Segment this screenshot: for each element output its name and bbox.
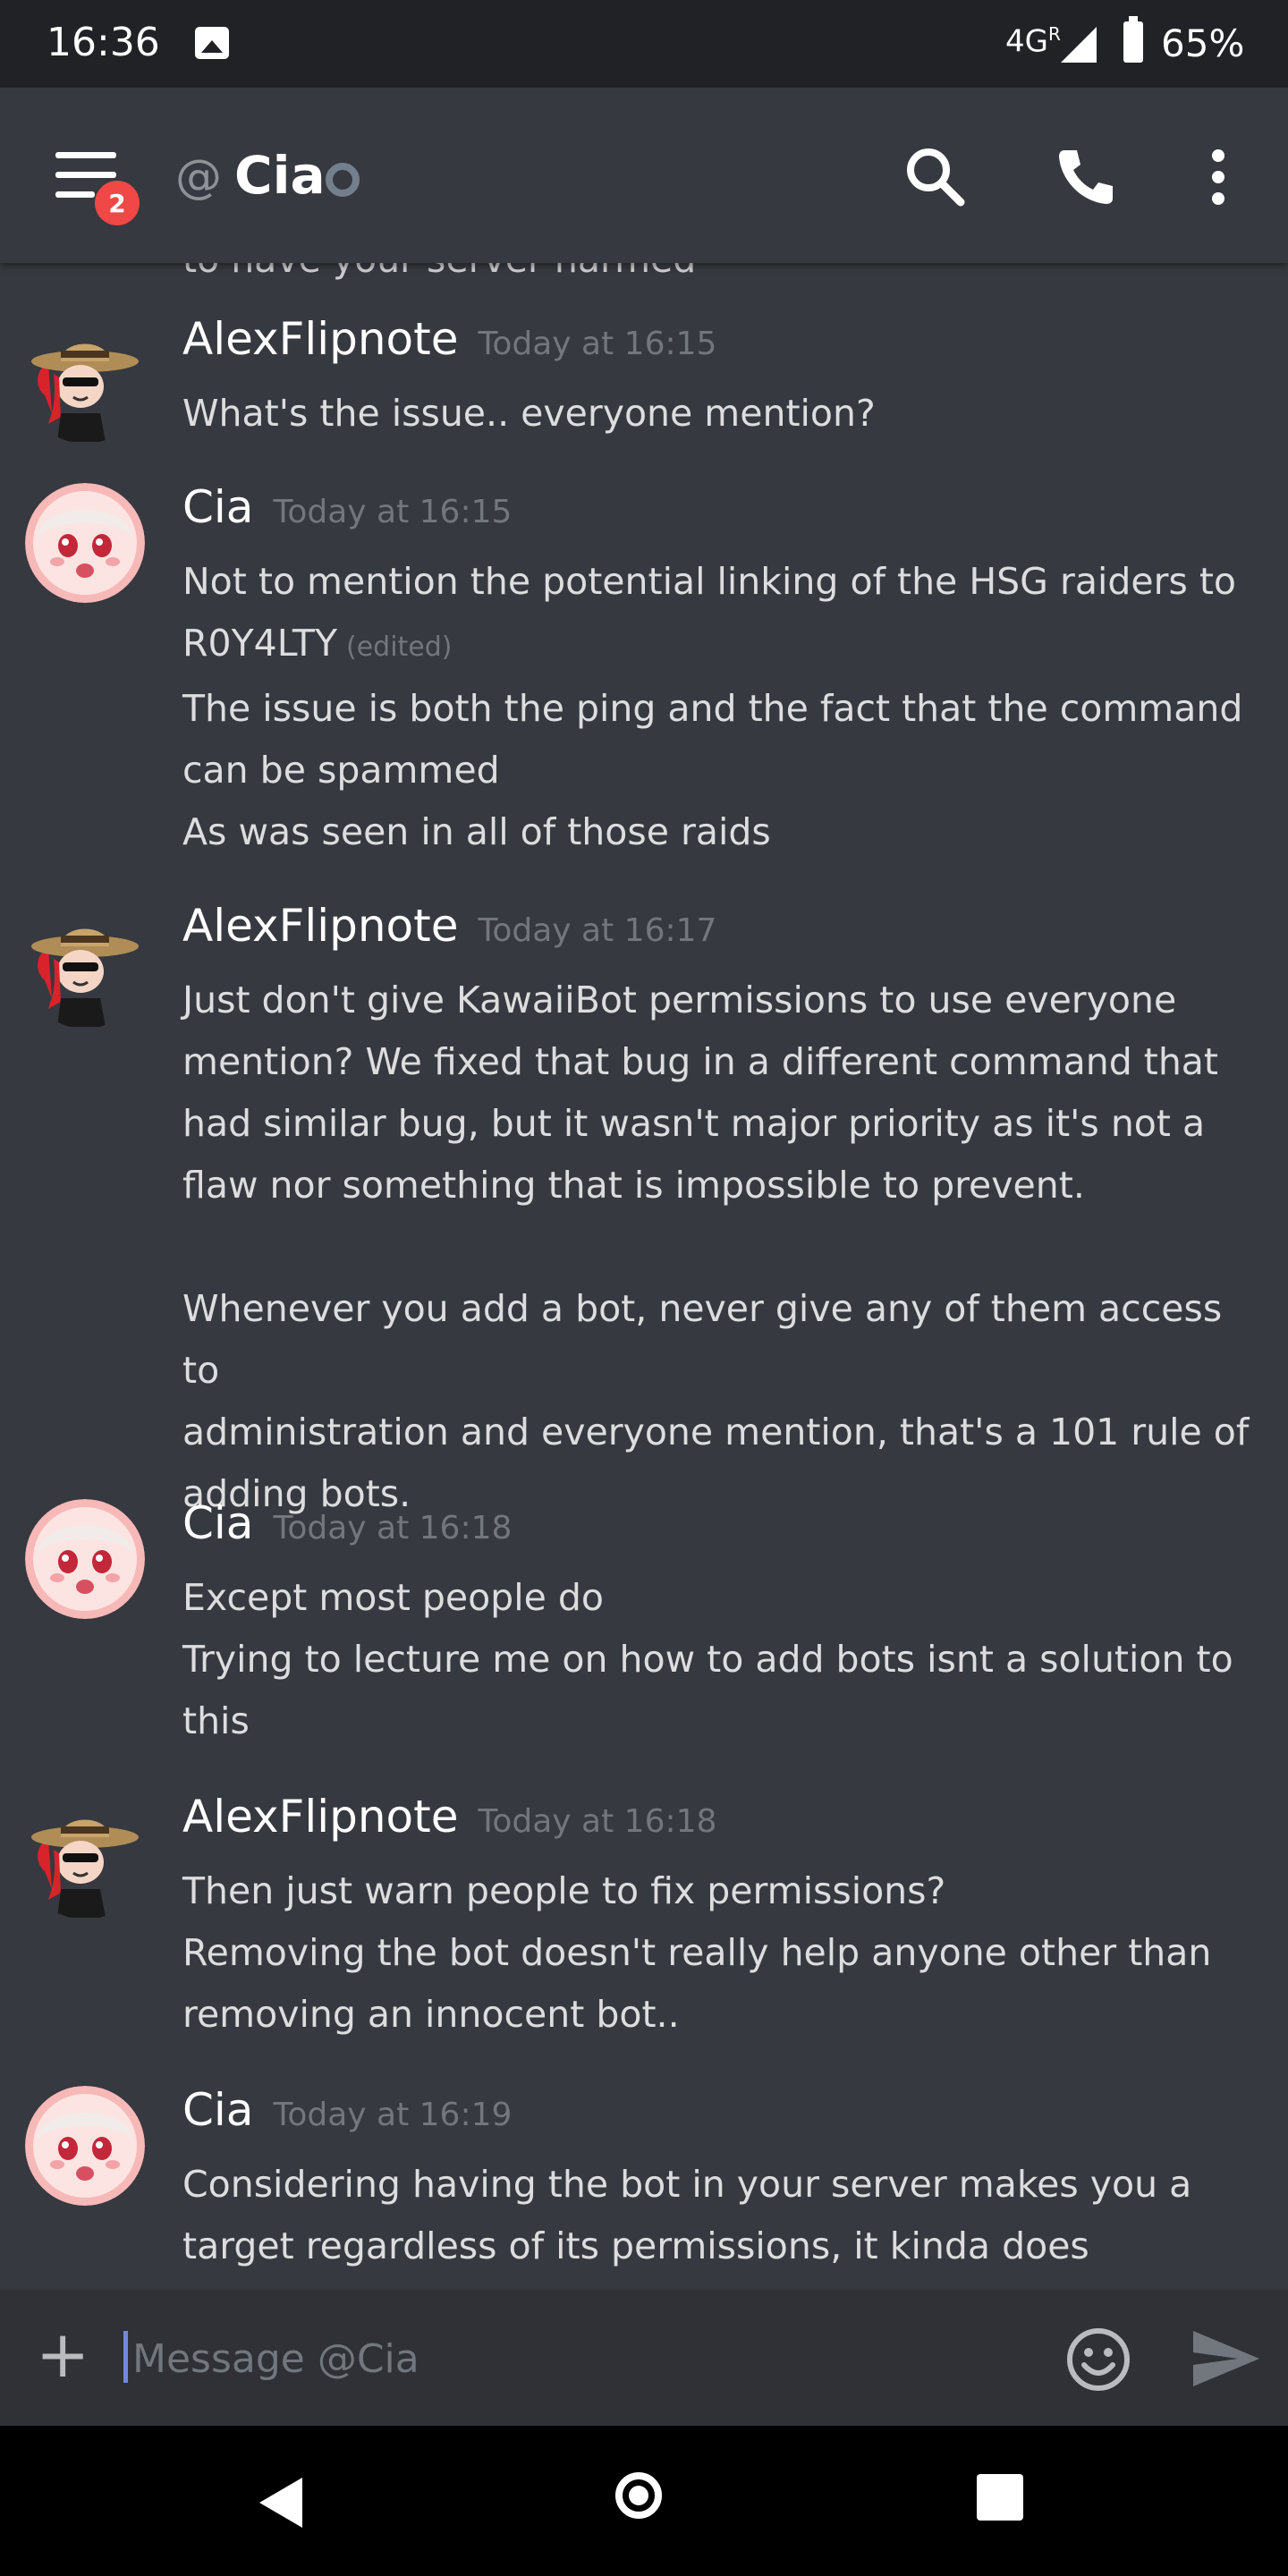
status-time: 16:36	[47, 20, 160, 65]
message-timestamp: Today at 16:18	[273, 1510, 513, 1546]
search-icon[interactable]	[900, 141, 971, 213]
message-line: target regardless of its permissions, it…	[182, 2224, 1089, 2267]
alexflipnote-avatar[interactable]	[25, 324, 145, 444]
recents-icon[interactable]	[977, 2474, 1023, 2521]
unread-badge: 2	[95, 181, 140, 225]
dm-at-symbol: @	[175, 150, 222, 204]
send-icon[interactable]	[1190, 2327, 1263, 2390]
status-bar: 16:36 4GR 65%	[0, 0, 1288, 88]
message-author[interactable]: AlexFlipnote	[182, 900, 459, 952]
message-line: Just don't give KawaiiBot permissions to…	[182, 979, 1177, 1021]
message-line: mention? We fixed that bug in a differen…	[182, 1040, 1219, 1083]
network-label: 4G	[1005, 23, 1048, 60]
message-line: can be spammed	[182, 749, 500, 792]
network-type: 4GR	[1005, 23, 1061, 59]
message-line: Not to mention the potential linking of …	[182, 560, 1237, 603]
message-line: had similar bug, but it wasn't major pri…	[182, 1102, 1206, 1145]
roaming-indicator: R	[1047, 23, 1061, 45]
message-author[interactable]: Cia	[182, 481, 253, 533]
message-list[interactable]: to have your server harmed AlexFlipnote …	[0, 242, 1288, 2290]
edited-label: (edited)	[346, 631, 453, 663]
signal-icon	[1061, 27, 1097, 63]
message-line: this	[182, 1699, 250, 1742]
message-line: Except most people do	[182, 1576, 604, 1619]
message-line: removing an innocent bot..	[182, 1993, 680, 2036]
message-timestamp: Today at 16:15	[273, 494, 513, 530]
phone-icon[interactable]	[1050, 141, 1122, 213]
message-line: The issue is both the ping and the fact …	[182, 687, 1243, 730]
message-line: flaw nor something that is impossible to…	[182, 1164, 1085, 1207]
emoji-icon[interactable]	[1064, 2326, 1132, 2394]
more-vert-icon[interactable]	[1182, 141, 1254, 213]
offline-status-icon	[326, 163, 360, 197]
message-author[interactable]: Cia	[182, 1497, 253, 1549]
android-nav-bar	[0, 2426, 1288, 2576]
message-line: Trying to lecture me on how to add bots …	[182, 1638, 1233, 1681]
cia-avatar[interactable]	[25, 483, 145, 603]
message-timestamp: Today at 16:15	[478, 326, 717, 362]
message-line: Then just warn people to fix permissions…	[182, 1869, 946, 1912]
home-icon[interactable]	[615, 2472, 662, 2519]
message-timestamp: Today at 16:19	[273, 2097, 513, 2133]
message-author[interactable]: AlexFlipnote	[182, 313, 459, 365]
image-icon	[195, 27, 229, 59]
cia-avatar[interactable]	[25, 2086, 145, 2206]
message-author[interactable]: AlexFlipnote	[182, 1791, 459, 1843]
message-author[interactable]: Cia	[182, 2084, 253, 2136]
message-timestamp: Today at 16:18	[478, 1803, 717, 1840]
message-line: Removing the bot doesn't really help any…	[182, 1931, 1212, 1974]
channel-header: 2 @ Cia	[0, 88, 1288, 263]
channel-name[interactable]: Cia	[234, 145, 326, 206]
message-line: What's the issue.. everyone mention?	[182, 392, 876, 435]
message-line-text: R0Y4LTY	[182, 622, 337, 665]
alexflipnote-avatar[interactable]	[25, 1800, 145, 1919]
message-line: R0Y4LTY (edited)	[182, 613, 1256, 678]
battery-percent: 65%	[1161, 21, 1245, 65]
text-cursor	[123, 2331, 128, 2383]
plus-icon[interactable]: +	[36, 2322, 89, 2386]
alexflipnote-avatar[interactable]	[25, 909, 145, 1029]
message-input[interactable]	[131, 2324, 1029, 2394]
message-line: As was seen in all of those raids	[182, 810, 771, 853]
message-line: Considering having the bot in your serve…	[182, 2163, 1192, 2206]
message-timestamp: Today at 16:17	[478, 912, 717, 949]
battery-icon	[1123, 16, 1143, 63]
message-line: administration and everyone mention, tha…	[182, 1411, 1250, 1453]
message-line: Whenever you add a bot, never give any o…	[182, 1287, 1223, 1392]
message-composer: +	[0, 2290, 1288, 2426]
cia-avatar[interactable]	[25, 1499, 145, 1619]
back-icon[interactable]	[259, 2478, 302, 2528]
